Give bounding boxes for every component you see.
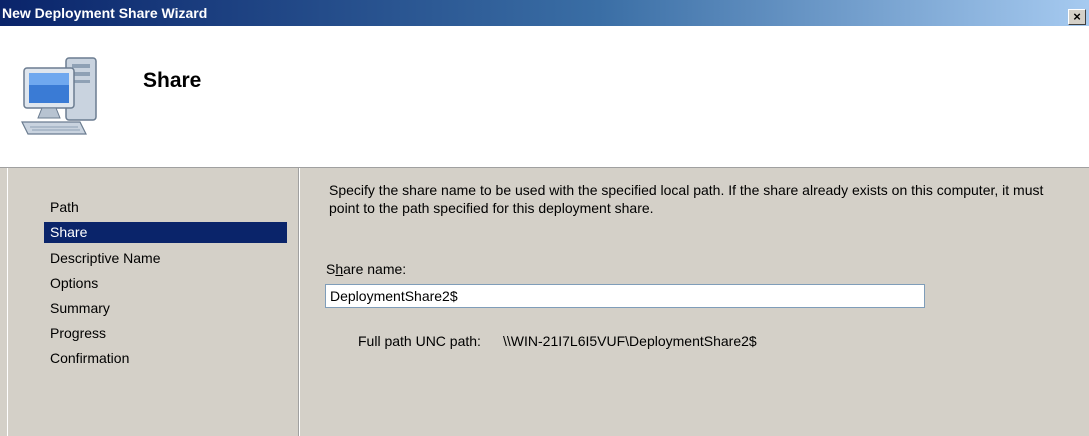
nav-item-path[interactable]: Path — [44, 197, 287, 218]
share-name-input[interactable] — [325, 284, 925, 308]
close-icon: × — [1073, 9, 1081, 24]
nav-item-options[interactable]: Options — [44, 273, 287, 294]
share-name-label: Share name: — [326, 261, 406, 277]
share-label-accelerator: h — [335, 261, 344, 277]
nav-item-descriptive-name[interactable]: Descriptive Name — [44, 248, 287, 269]
nav-item-progress[interactable]: Progress — [44, 323, 287, 344]
step-description: Specify the share name to be used with t… — [329, 182, 1044, 216]
share-label-rest: are name: — [343, 261, 407, 277]
share-label-prefix: S — [326, 261, 336, 277]
unc-path-value: \\WIN-21I7L6I5VUF\DeploymentShare2$ — [503, 333, 757, 349]
title-bar[interactable]: New Deployment Share Wizard × — [0, 0, 1089, 26]
wizard-header: Share — [0, 26, 1089, 167]
page-title: Share — [143, 69, 202, 92]
window-title: New Deployment Share Wizard — [2, 5, 208, 21]
computer-icon — [21, 57, 97, 135]
unc-path-label: Full path UNC path: — [358, 333, 481, 349]
nav-item-confirmation[interactable]: Confirmation — [44, 348, 287, 369]
close-button[interactable]: × — [1068, 9, 1086, 25]
nav-item-summary[interactable]: Summary — [44, 298, 287, 319]
nav-item-share[interactable]: Share — [44, 222, 287, 243]
